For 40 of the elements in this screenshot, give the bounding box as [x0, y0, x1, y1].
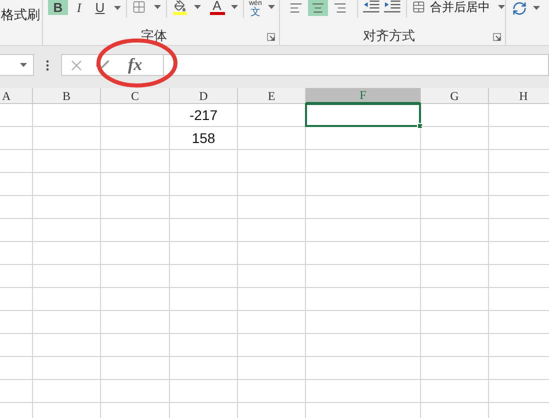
- italic-button[interactable]: I: [69, 0, 89, 15]
- font-color-button[interactable]: A: [209, 0, 225, 15]
- align-right-icon: [333, 1, 348, 15]
- increase-indent-icon[interactable]: [384, 0, 401, 13]
- caret-icon[interactable]: [498, 5, 505, 9]
- table-cell[interactable]: 158: [170, 127, 237, 149]
- refresh-icon[interactable]: [512, 1, 527, 16]
- bold-button[interactable]: B: [48, 0, 68, 15]
- group-label: 对齐方式: [363, 27, 415, 45]
- caret-icon[interactable]: [268, 5, 275, 9]
- caret-icon[interactable]: [194, 5, 201, 9]
- borders-icon[interactable]: [132, 0, 146, 14]
- caret-icon[interactable]: [231, 5, 238, 9]
- align-center-icon: [311, 1, 326, 15]
- merge-center-button[interactable]: 合并后居中: [430, 0, 490, 14]
- dialog-launcher-icon[interactable]: [267, 33, 275, 41]
- column-header[interactable]: A: [0, 88, 33, 104]
- column-header[interactable]: B: [33, 88, 101, 104]
- underline-button[interactable]: U: [90, 0, 110, 15]
- caret-icon[interactable]: [154, 5, 161, 9]
- table-cell[interactable]: -217: [170, 104, 237, 126]
- column-header[interactable]: E: [238, 88, 306, 104]
- more-icon[interactable]: [46, 60, 49, 71]
- column-header[interactable]: D: [170, 88, 238, 104]
- selected-cell[interactable]: [305, 103, 421, 127]
- caret-icon[interactable]: [20, 63, 27, 67]
- align-center-button[interactable]: [308, 0, 328, 16]
- column-header[interactable]: H: [489, 88, 549, 104]
- insert-function-button[interactable]: fx: [128, 56, 142, 74]
- decrease-indent-icon[interactable]: [363, 0, 380, 13]
- column-header[interactable]: G: [421, 88, 489, 104]
- caret-icon[interactable]: [114, 6, 121, 10]
- fill-color-icon[interactable]: [172, 0, 188, 15]
- column-header[interactable]: C: [101, 88, 170, 104]
- format-painter-label[interactable]: 格式刷: [1, 5, 40, 25]
- formula-input[interactable]: [164, 54, 549, 76]
- caret-icon[interactable]: [533, 6, 540, 10]
- dialog-launcher-icon[interactable]: [493, 33, 501, 41]
- merge-cells-icon[interactable]: [412, 0, 425, 14]
- align-left-icon: [289, 1, 304, 15]
